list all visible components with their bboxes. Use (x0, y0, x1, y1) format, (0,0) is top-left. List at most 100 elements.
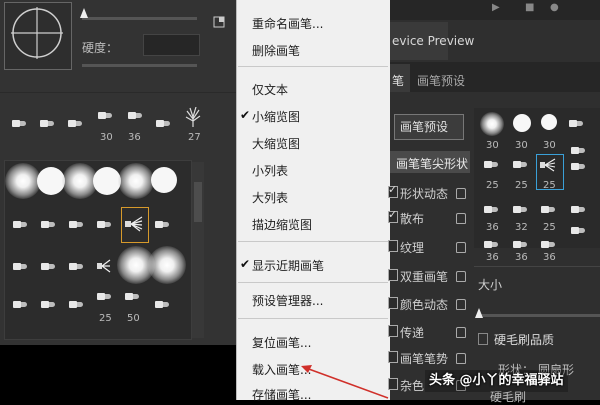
dual-brush-label[interactable]: 双重画笔 (400, 268, 448, 285)
brush-tip[interactable] (13, 262, 27, 271)
brush-tip[interactable] (484, 205, 498, 214)
texture-label[interactable]: 纹理 (400, 239, 424, 256)
menu-item-delete-brush[interactable]: 删除画笔 (252, 42, 300, 59)
scattering-label[interactable]: 散布 (400, 210, 424, 227)
lock-icon[interactable] (456, 188, 466, 199)
brush-size-label: 30 (543, 140, 556, 151)
recent-brush-tip[interactable] (68, 119, 82, 128)
brush-tip[interactable] (97, 292, 111, 301)
recent-brush-tip[interactable] (128, 111, 142, 120)
brush-tip[interactable] (571, 226, 585, 235)
brush-tip[interactable] (541, 205, 555, 214)
new-preset-icon[interactable] (213, 16, 225, 28)
grass-brush-icon[interactable] (184, 107, 202, 127)
menu-item-show-recent-brushes[interactable]: 显示近期画笔 (252, 257, 324, 274)
menu-item-stroke-thumbnail[interactable]: 描边缩览图 (252, 216, 312, 233)
recent-brush-tip[interactable] (98, 111, 112, 120)
watermark: 头条 @小丫的幸福驿站 (425, 370, 568, 392)
hard-round-brush[interactable] (151, 167, 177, 193)
menu-item-text-only[interactable]: 仅文本 (252, 81, 288, 98)
shape-dynamics-label[interactable]: 形状动态 (400, 185, 448, 202)
brush-size-label: 50 (127, 313, 140, 324)
size-slider-handle[interactable] (80, 8, 88, 18)
brush-tip[interactable] (513, 240, 527, 249)
menu-item-large-thumbnail[interactable]: 大缩览图 (252, 135, 300, 152)
menu-item-reset-brushes[interactable]: 复位画笔... (252, 334, 311, 351)
lock-icon[interactable] (456, 353, 466, 364)
brush-tip[interactable] (125, 292, 139, 301)
checkmark-icon: ✓ (388, 183, 398, 196)
brush-tip[interactable] (513, 160, 527, 169)
brush-tip[interactable] (569, 119, 583, 128)
soft-round-brush[interactable] (5, 163, 41, 199)
texture-checkbox[interactable] (388, 240, 398, 252)
size-slider-track[interactable] (82, 17, 197, 20)
brush-tip[interactable] (484, 240, 498, 249)
brush-pose-label[interactable]: 画笔笔势 (400, 350, 448, 367)
menu-separator (238, 66, 388, 67)
menu-item-small-list[interactable]: 小列表 (252, 162, 288, 179)
lock-icon[interactable] (456, 271, 466, 282)
scrollbar-thumb[interactable] (194, 182, 202, 222)
brush-tip[interactable] (571, 162, 585, 171)
soft-round-brush[interactable] (118, 163, 154, 199)
hard-round-brush[interactable] (93, 167, 121, 195)
recent-brush-tip[interactable] (12, 119, 26, 128)
transfer-checkbox[interactable] (388, 325, 398, 337)
menu-item-small-thumbnail[interactable]: 小缩览图 (252, 108, 300, 125)
brush-size-label: 36 (128, 132, 141, 143)
top-bar-record-icon: ● (550, 2, 559, 13)
transfer-label[interactable]: 传递 (400, 324, 424, 341)
lock-icon[interactable] (456, 327, 466, 338)
brush-size-slider-track[interactable] (478, 314, 600, 317)
soft-round-brush[interactable] (480, 112, 504, 136)
left-panel-bottom-edge (0, 345, 200, 400)
brush-tip[interactable] (484, 160, 498, 169)
brush-tip[interactable] (155, 300, 169, 309)
color-dynamics-label[interactable]: 颜色动态 (400, 296, 448, 313)
lock-icon[interactable] (456, 213, 466, 224)
top-bar-arrow-icon: ▶ (492, 2, 500, 13)
soft-round-brush[interactable] (148, 246, 186, 284)
brush-tip[interactable] (41, 262, 55, 271)
color-dynamics-checkbox[interactable] (388, 297, 398, 309)
brush-tip[interactable] (571, 205, 585, 214)
noise-label[interactable]: 杂色 (400, 377, 424, 394)
tab-brush-presets[interactable]: 画笔预设 (417, 72, 465, 89)
hard-round-brush[interactable] (513, 114, 531, 132)
bristle-quality-checkbox[interactable] (478, 333, 488, 345)
brush-tip[interactable] (155, 220, 169, 229)
hard-round-brush[interactable] (37, 167, 65, 195)
recent-brush-tip[interactable] (40, 119, 54, 128)
fan-brush-icon[interactable] (97, 259, 111, 273)
red-arrow-annotation (301, 365, 389, 399)
brush-size-slider-handle[interactable] (475, 308, 483, 318)
brush-tip[interactable] (513, 205, 527, 214)
brush-size-label: 36 (543, 252, 556, 263)
brush-tip[interactable] (69, 220, 83, 229)
hardness-field[interactable] (143, 34, 200, 56)
brush-tip[interactable] (69, 262, 83, 271)
lock-icon[interactable] (456, 242, 466, 253)
recent-brush-tip[interactable] (156, 119, 170, 128)
brush-tip[interactable] (97, 220, 111, 229)
hard-round-brush[interactable] (541, 114, 557, 130)
hardness-slider-track[interactable] (82, 64, 197, 67)
menu-item-preset-manager[interactable]: 预设管理器... (252, 292, 323, 309)
divider (474, 266, 600, 267)
brush-tip[interactable] (41, 220, 55, 229)
brush-size-label: 25 (543, 180, 556, 191)
brush-tip[interactable] (541, 240, 555, 249)
brush-tip[interactable] (69, 300, 83, 309)
brush-tip[interactable] (13, 220, 27, 229)
dual-brush-checkbox[interactable] (388, 269, 398, 281)
brush-tip[interactable] (41, 300, 55, 309)
menu-item-rename-brush[interactable]: 重命名画笔... (252, 15, 323, 32)
brush-tip[interactable] (13, 300, 27, 309)
watermark-text: 头条 @小丫的幸福驿站 (429, 373, 564, 388)
brush-tip[interactable] (571, 146, 585, 155)
menu-item-large-list[interactable]: 大列表 (252, 189, 288, 206)
lock-icon[interactable] (456, 299, 466, 310)
brush-size-label: 36 (515, 252, 528, 263)
hardness-label: 硬度： (82, 41, 119, 55)
